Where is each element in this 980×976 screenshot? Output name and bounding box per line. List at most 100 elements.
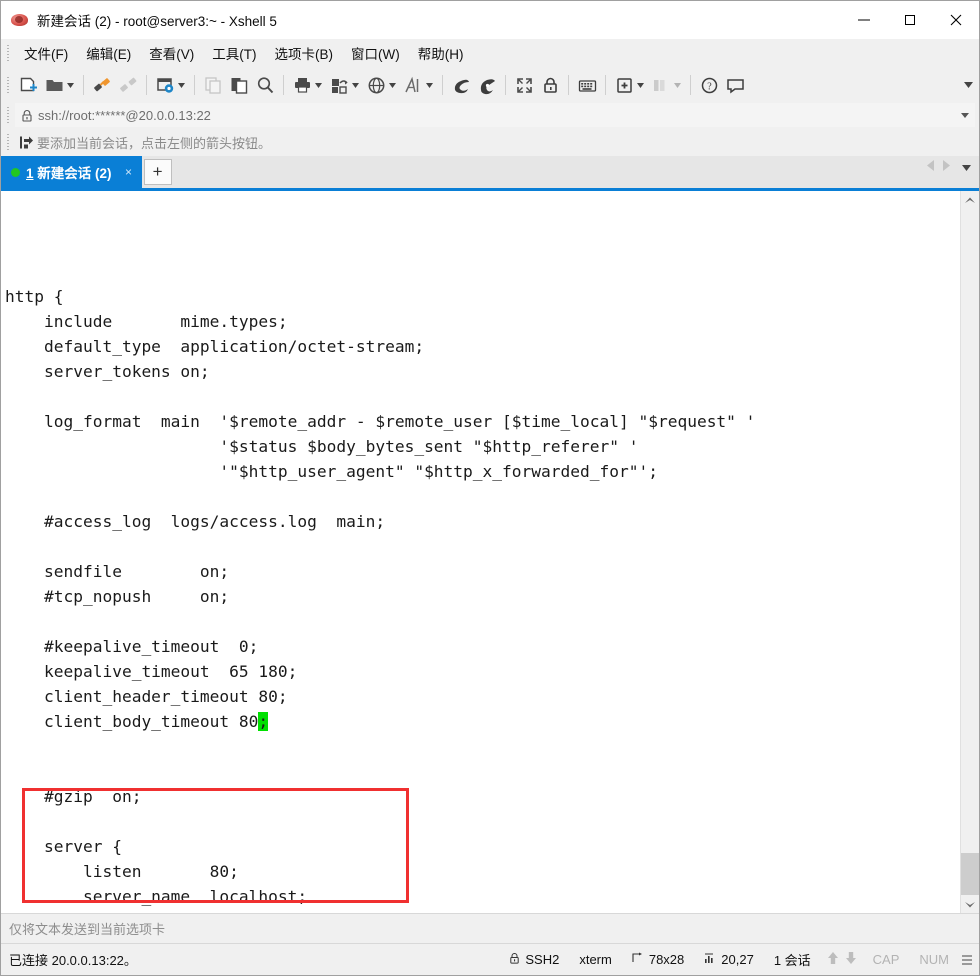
tab-close-icon[interactable]: × [122,165,136,179]
status-size: 78x28 [622,944,694,975]
svg-text:?: ? [707,81,712,92]
terminal-line: http { [5,287,64,306]
menu-edit-label: 编辑(E) [86,47,132,62]
toolbar-overflow-button[interactable] [964,68,973,102]
tab-menu-icon[interactable] [962,160,971,174]
add-to-folder-button[interactable] [611,71,648,99]
menu-tabs[interactable]: 选项卡(B) [266,40,343,66]
window-controls [841,1,979,39]
terminal-line: client_header_timeout 80; [5,687,288,706]
font-button[interactable] [400,71,437,99]
minimize-button[interactable] [841,1,887,39]
file-transfer-caret-icon[interactable] [350,74,361,96]
hint-bar-gripper[interactable] [5,133,12,151]
xshell-sub-button[interactable] [474,71,500,99]
question-circle-icon: ? [698,74,720,96]
terminal-area: http { include mime.types; default_type … [1,191,979,913]
xftp-button[interactable] [448,71,474,99]
tab-next-icon[interactable] [942,160,950,174]
terminal-output[interactable]: http { include mime.types; default_type … [1,191,960,913]
browser-button[interactable] [363,71,400,99]
toolbar-gripper[interactable] [5,76,12,94]
properties-button[interactable] [152,71,189,99]
feedback-button[interactable] [722,71,748,99]
address-value: ssh://root:******@20.0.0.13:22 [38,107,211,123]
speech-bubble-icon [724,74,746,96]
add-to-folder-caret-icon[interactable] [635,74,646,96]
toolbar: ? [1,68,979,102]
menu-gripper[interactable] [5,44,12,62]
scroll-up-button[interactable] [961,191,979,209]
status-connection: 已连接 20.0.0.13:22。 [1,944,500,975]
menu-edit[interactable]: 编辑(E) [77,40,140,66]
maximize-button[interactable] [887,1,933,39]
scrollbar-thumb[interactable] [961,853,979,895]
terminal-line: keepalive_timeout 65 180; [5,662,298,681]
connect-button[interactable] [89,71,115,99]
terminal-line: server_name localhost; [5,887,308,906]
paste-button[interactable] [226,71,252,99]
file-transfer-button[interactable] [326,71,363,99]
find-button[interactable] [252,71,278,99]
terminal-line: #keepalive_timeout 0; [5,637,259,656]
status-sessions: 1 会话 [764,944,821,975]
menu-window[interactable]: 窗口(W) [342,40,409,66]
keyboard-button[interactable] [574,71,600,99]
tab-title: 新建会话 (2) [37,166,112,181]
menu-help[interactable]: 帮助(H) [409,40,473,66]
toolbar-separator [690,75,691,95]
scrollbar-track[interactable] [961,209,979,895]
open-session-button[interactable] [41,71,78,99]
printer-icon [291,74,313,96]
new-tab-button[interactable]: + [143,159,172,185]
menu-help-label: 帮助(H) [417,47,464,62]
layout-caret-icon [672,74,683,96]
status-cursor: 20,27 [694,944,764,975]
shell-dark-icon [450,74,472,96]
tab-session-1[interactable]: 1 新建会话 (2) × [1,156,142,188]
fullscreen-button[interactable] [511,71,537,99]
terminal-cursor-line: client_body_timeout 80; [5,709,960,734]
send-text-bar[interactable]: 仅将文本发送到当前选项卡 [1,913,979,943]
address-bar-gripper[interactable] [5,106,12,124]
folder-plus-icon [613,74,635,96]
help-button[interactable]: ? [696,71,722,99]
menu-view[interactable]: 查看(V) [140,40,203,66]
toolbar-separator [605,75,606,95]
menu-file[interactable]: 文件(F) [15,40,77,66]
resize-grip[interactable] [959,951,975,968]
toolbar-separator [194,75,195,95]
cursor-icon [704,952,716,967]
scroll-down-button[interactable] [961,895,979,913]
status-num-lock: NUM [909,944,959,975]
keyboard-icon [576,74,598,96]
arrow-into-box-icon[interactable] [15,135,37,150]
shell-cut-icon [476,74,498,96]
browser-caret-icon[interactable] [387,74,398,96]
print-caret-icon[interactable] [313,74,324,96]
terminal-line: '"$http_user_agent" "$http_x_forwarded_f… [5,462,658,481]
tab-prev-icon[interactable] [927,160,935,174]
status-sessions-label: 1 会话 [773,953,811,968]
close-button[interactable] [933,1,979,39]
open-session-caret-icon[interactable] [65,74,76,96]
status-num-label: NUM [919,952,949,967]
open-folder-icon [43,74,65,96]
toolbar-separator [568,75,569,95]
lock-button[interactable] [537,71,563,99]
address-input[interactable]: ssh://root:******@20.0.0.13:22 [15,103,975,127]
print-button[interactable] [289,71,326,99]
menu-tools-label: 工具(T) [212,47,257,62]
menu-view-label: 查看(V) [149,47,195,62]
font-caret-icon[interactable] [424,74,435,96]
address-dropdown-icon[interactable] [956,112,974,118]
properties-caret-icon[interactable] [176,74,187,96]
tab-index: 1 [26,166,34,181]
menu-tools[interactable]: 工具(T) [203,40,265,66]
status-terminal-type-label: xterm [579,952,612,967]
terminal-line: include mime.types; [5,312,288,331]
new-session-button[interactable] [15,71,41,99]
terminal-scrollbar[interactable] [960,191,979,913]
